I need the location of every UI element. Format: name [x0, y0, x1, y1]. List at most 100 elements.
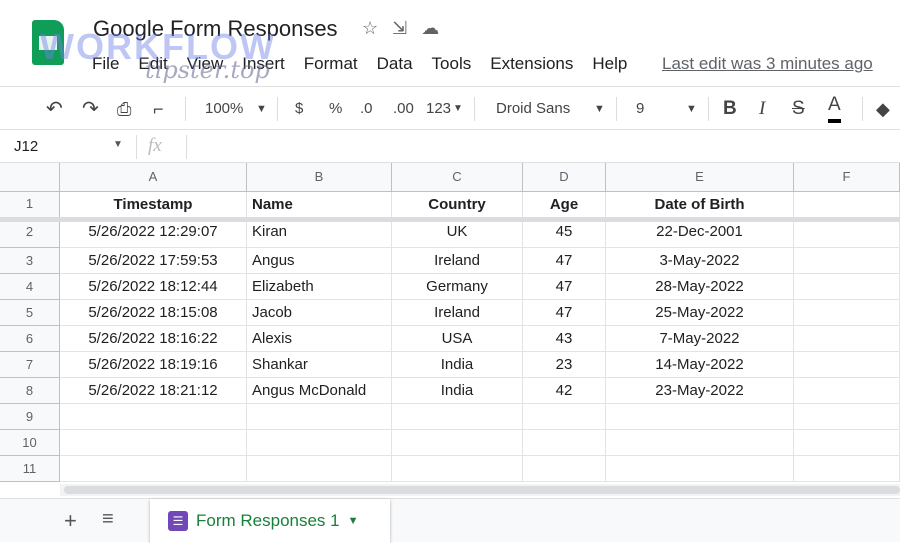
row-header[interactable]: 1: [0, 192, 60, 219]
row-header[interactable]: 7: [0, 352, 60, 378]
table-cell[interactable]: [392, 430, 523, 456]
table-cell[interactable]: USA: [392, 326, 523, 352]
increase-decimal-button[interactable]: .00: [393, 87, 414, 131]
table-cell[interactable]: [523, 404, 606, 430]
header-cell[interactable]: Timestamp: [60, 192, 247, 219]
table-cell[interactable]: Jacob: [247, 300, 392, 326]
freeze-divider[interactable]: [0, 217, 900, 222]
table-cell[interactable]: 5/26/2022 12:29:07: [60, 219, 247, 248]
redo-icon[interactable]: ↷: [82, 87, 99, 131]
table-cell[interactable]: [392, 456, 523, 482]
fill-color-icon[interactable]: ◆: [876, 87, 890, 131]
horizontal-scrollbar[interactable]: [60, 484, 900, 496]
menu-help[interactable]: Help: [592, 54, 627, 74]
currency-button[interactable]: $: [295, 87, 303, 131]
row-header[interactable]: 11: [0, 456, 60, 482]
table-cell[interactable]: [60, 456, 247, 482]
last-edit-link[interactable]: Last edit was 3 minutes ago: [662, 54, 873, 74]
table-cell[interactable]: 5/26/2022 18:16:22: [60, 326, 247, 352]
chevron-down-icon[interactable]: ▼: [453, 87, 463, 131]
chevron-down-icon[interactable]: ▼: [113, 139, 123, 150]
name-box[interactable]: J12: [14, 138, 38, 155]
column-header-c[interactable]: C: [392, 163, 523, 192]
header-cell[interactable]: Name: [247, 192, 392, 219]
table-cell[interactable]: 42: [523, 378, 606, 404]
table-cell[interactable]: [794, 219, 900, 248]
table-cell[interactable]: Ireland: [392, 300, 523, 326]
chevron-down-icon[interactable]: ▼: [256, 87, 267, 131]
header-cell[interactable]: [794, 192, 900, 219]
column-header-d[interactable]: D: [523, 163, 606, 192]
row-header[interactable]: 3: [0, 248, 60, 274]
chevron-down-icon[interactable]: ▼: [594, 87, 605, 131]
header-cell[interactable]: Country: [392, 192, 523, 219]
table-cell[interactable]: [523, 456, 606, 482]
table-cell[interactable]: 14-May-2022: [606, 352, 794, 378]
table-cell[interactable]: [392, 404, 523, 430]
menu-extensions[interactable]: Extensions: [490, 54, 573, 74]
table-cell[interactable]: Germany: [392, 274, 523, 300]
document-title[interactable]: Google Form Responses: [93, 16, 338, 42]
sheet-tab-form-responses-1[interactable]: ☰ Form Responses 1 ▼: [150, 499, 390, 543]
table-cell[interactable]: [794, 404, 900, 430]
table-cell[interactable]: Elizabeth: [247, 274, 392, 300]
table-cell[interactable]: 25-May-2022: [606, 300, 794, 326]
menu-data[interactable]: Data: [377, 54, 413, 74]
table-cell[interactable]: 45: [523, 219, 606, 248]
table-cell[interactable]: [247, 404, 392, 430]
row-header[interactable]: 4: [0, 274, 60, 300]
bold-button[interactable]: B: [723, 87, 737, 131]
paint-format-icon[interactable]: ⌐: [153, 87, 164, 131]
percent-button[interactable]: %: [329, 87, 342, 131]
table-cell[interactable]: 5/26/2022 18:19:16: [60, 352, 247, 378]
chevron-down-icon[interactable]: ▼: [686, 87, 697, 131]
star-icon[interactable]: ☆: [362, 18, 378, 39]
column-header-a[interactable]: A: [60, 163, 247, 192]
decrease-decimal-button[interactable]: .0: [360, 87, 373, 131]
row-header[interactable]: 10: [0, 430, 60, 456]
column-header-b[interactable]: B: [247, 163, 392, 192]
table-cell[interactable]: 5/26/2022 18:21:12: [60, 378, 247, 404]
text-color-button[interactable]: A: [828, 87, 841, 123]
table-cell[interactable]: [60, 404, 247, 430]
number-format-button[interactable]: 123: [426, 87, 451, 131]
menu-edit[interactable]: Edit: [138, 54, 167, 74]
chevron-down-icon[interactable]: ▼: [348, 515, 359, 527]
row-header[interactable]: 2: [0, 219, 60, 248]
table-cell[interactable]: 23-May-2022: [606, 378, 794, 404]
table-cell[interactable]: Angus McDonald: [247, 378, 392, 404]
select-all-corner[interactable]: [0, 163, 60, 192]
column-header-f[interactable]: F: [794, 163, 900, 192]
table-cell[interactable]: 7-May-2022: [606, 326, 794, 352]
table-cell[interactable]: 3-May-2022: [606, 248, 794, 274]
table-cell[interactable]: [606, 456, 794, 482]
font-select[interactable]: Droid Sans: [496, 87, 570, 131]
table-cell[interactable]: [606, 430, 794, 456]
table-cell[interactable]: Angus: [247, 248, 392, 274]
table-cell[interactable]: [60, 430, 247, 456]
all-sheets-button[interactable]: ≡: [102, 508, 114, 531]
table-cell[interactable]: 5/26/2022 18:15:08: [60, 300, 247, 326]
table-cell[interactable]: 43: [523, 326, 606, 352]
table-cell[interactable]: [523, 430, 606, 456]
table-cell[interactable]: Kiran: [247, 219, 392, 248]
table-cell[interactable]: 5/26/2022 17:59:53: [60, 248, 247, 274]
table-cell[interactable]: Ireland: [392, 248, 523, 274]
menu-file[interactable]: File: [92, 54, 119, 74]
table-cell[interactable]: [794, 352, 900, 378]
table-cell[interactable]: 47: [523, 248, 606, 274]
menu-view[interactable]: View: [187, 54, 224, 74]
row-header[interactable]: 6: [0, 326, 60, 352]
table-cell[interactable]: [794, 378, 900, 404]
table-cell[interactable]: India: [392, 352, 523, 378]
table-cell[interactable]: [794, 430, 900, 456]
table-cell[interactable]: Alexis: [247, 326, 392, 352]
row-header[interactable]: 9: [0, 404, 60, 430]
table-cell[interactable]: [247, 456, 392, 482]
font-size-select[interactable]: 9: [636, 87, 644, 131]
header-cell[interactable]: Date of Birth: [606, 192, 794, 219]
menu-insert[interactable]: Insert: [242, 54, 285, 74]
menu-format[interactable]: Format: [304, 54, 358, 74]
header-cell[interactable]: Age: [523, 192, 606, 219]
undo-icon[interactable]: ↶: [46, 87, 63, 131]
